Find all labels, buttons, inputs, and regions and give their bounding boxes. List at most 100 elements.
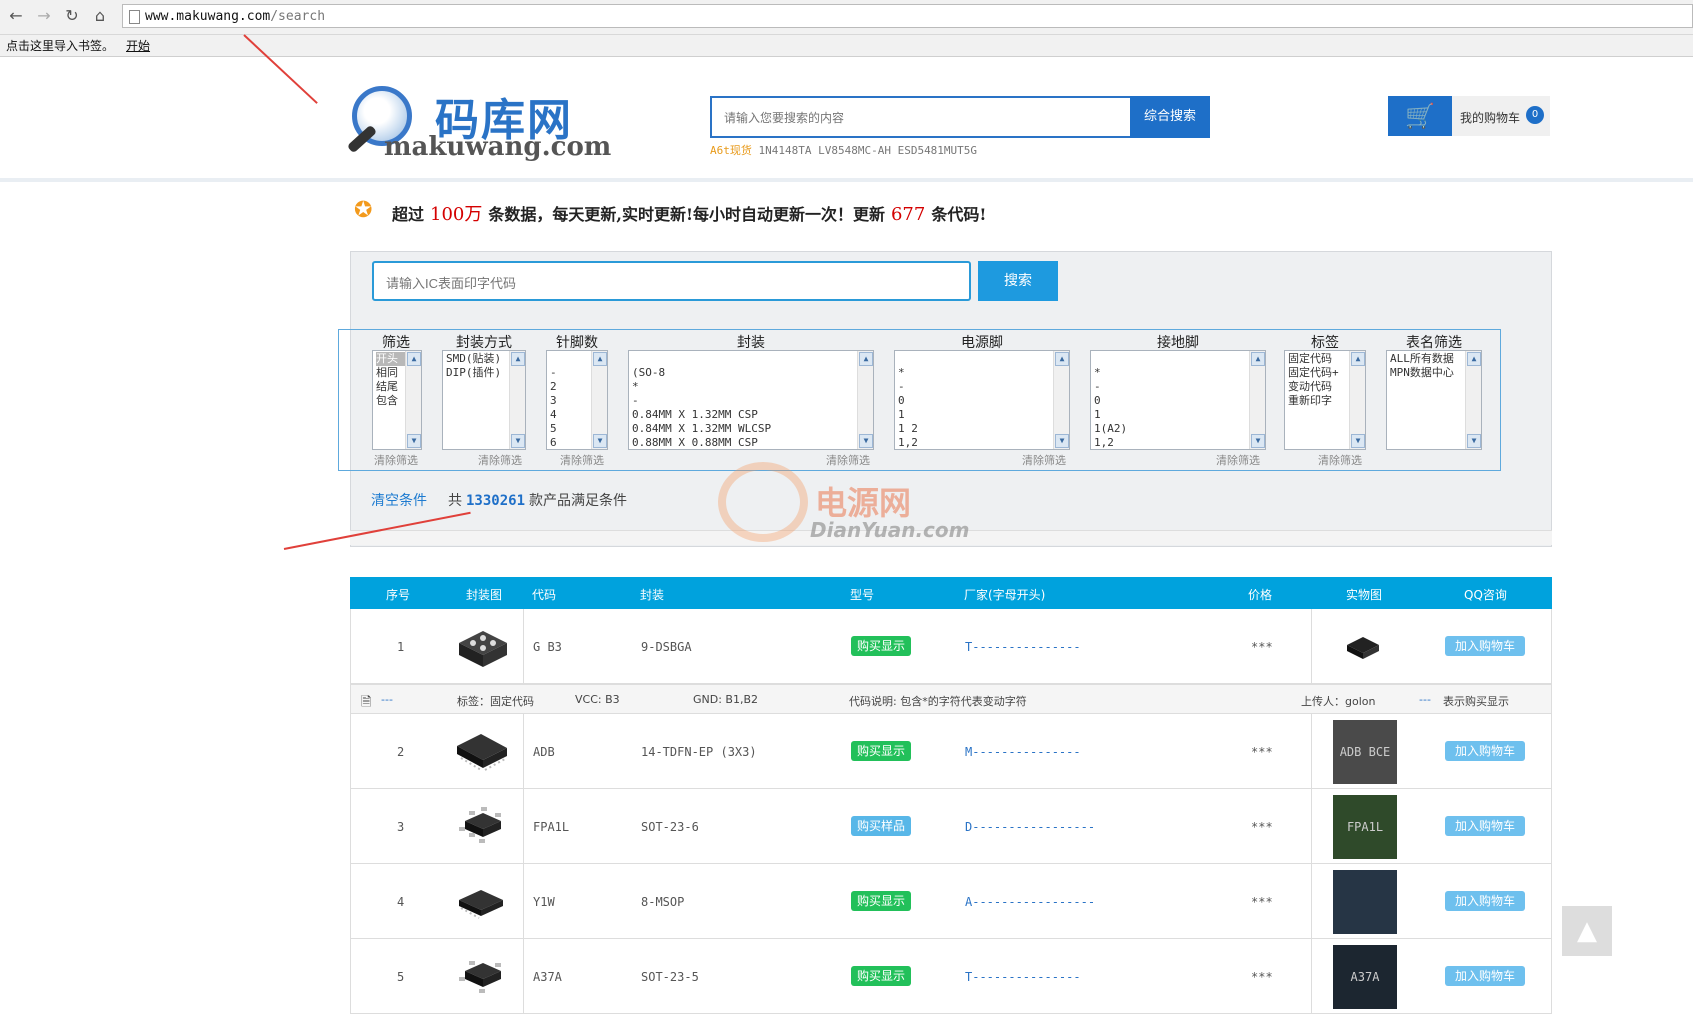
buy-sample-button[interactable]: 购买样品 <box>851 816 911 836</box>
ic-search-button[interactable]: 搜索 <box>978 261 1058 301</box>
scroll-down-icon[interactable]: ▼ <box>1467 434 1481 448</box>
filter-list-gnd[interactable]: * - 0 1 1(A2) 1,2 ▲ ▼ <box>1090 350 1266 450</box>
list-item[interactable]: (SO-8 <box>632 366 870 380</box>
scrollbar[interactable]: ▲ ▼ <box>857 351 873 449</box>
list-item[interactable]: 1 <box>1094 408 1262 422</box>
list-item[interactable]: 1,2 <box>898 436 1066 449</box>
cart-icon[interactable]: 🛒 <box>1388 96 1452 136</box>
row-manufacturer[interactable]: M--------------- <box>965 745 1081 759</box>
clear-filter-tag[interactable]: 清除筛选 <box>1318 452 1362 468</box>
list-item[interactable]: * <box>898 366 1066 380</box>
row-no: 2 <box>397 745 405 759</box>
list-item[interactable] <box>632 352 870 366</box>
filter-list-package[interactable]: (SO-8 * - 0.84MM X 1.32MM CSP 0.84MM X 1… <box>628 350 874 450</box>
clear-filter-package[interactable]: 清除筛选 <box>826 452 870 468</box>
list-item[interactable]: 1(A2) <box>1094 422 1262 436</box>
scroll-down-icon[interactable]: ▼ <box>593 434 607 448</box>
top-search-button[interactable]: 综合搜索 <box>1130 96 1210 138</box>
scrollbar[interactable]: ▲ ▼ <box>591 351 607 449</box>
scroll-up-icon[interactable]: ▲ <box>407 352 421 366</box>
list-item[interactable]: - <box>898 380 1066 394</box>
top-search-input[interactable] <box>722 106 1086 130</box>
address-bar[interactable]: www.makuwang.com/search <box>122 4 1693 28</box>
row-manufacturer[interactable]: A----------------- <box>965 895 1095 909</box>
list-item[interactable]: 0.84MM X 1.32MM CSP <box>632 408 870 422</box>
list-item[interactable]: 1,2 <box>1094 436 1262 449</box>
row-package: 9-DSBGA <box>641 640 692 654</box>
filter-list-vcc[interactable]: * - 0 1 1 2 1,2 ▲ ▼ <box>894 350 1070 450</box>
filter-list-tag[interactable]: 固定代码 固定代码+ 变动代码 重新印字 ▲ ▼ <box>1284 350 1366 450</box>
scroll-down-icon[interactable]: ▼ <box>407 434 421 448</box>
back-to-top-rocket-icon[interactable]: ▲ <box>1562 906 1612 956</box>
scroll-down-icon[interactable]: ▼ <box>1055 434 1069 448</box>
scroll-down-icon[interactable]: ▼ <box>511 434 525 448</box>
filter-list-mount[interactable]: SMD(贴装) DIP(插件) ▲ ▼ <box>442 350 526 450</box>
ic-search-input[interactable] <box>384 271 948 295</box>
scroll-up-icon[interactable]: ▲ <box>1351 352 1365 366</box>
clear-filter-vcc[interactable]: 清除筛选 <box>1022 452 1066 468</box>
buy-button[interactable]: 购买显示 <box>851 891 911 911</box>
row-price: *** <box>1251 970 1273 984</box>
scrollbar[interactable]: ▲ ▼ <box>1465 351 1481 449</box>
row-manufacturer[interactable]: D----------------- <box>965 820 1095 834</box>
list-item[interactable]: 0 <box>1094 394 1262 408</box>
scroll-down-icon[interactable]: ▼ <box>859 434 873 448</box>
bookmark-start-link[interactable]: 开始 <box>126 39 150 53</box>
add-to-cart-button[interactable]: 加入购物车 <box>1445 741 1525 761</box>
add-to-cart-button[interactable]: 加入购物车 <box>1445 966 1525 986</box>
add-to-cart-button[interactable]: 加入购物车 <box>1445 816 1525 836</box>
clear-filter-gnd[interactable]: 清除筛选 <box>1216 452 1260 468</box>
filter-list-table[interactable]: ALL所有数据 MPN数据中心 ▲ ▼ <box>1386 350 1482 450</box>
filter-list-mode[interactable]: 开头 相同 结尾 包含 ▲ ▼ <box>372 350 422 450</box>
chip-photo-icon <box>1347 637 1379 659</box>
info-dash: --- <box>381 693 393 706</box>
scrollbar[interactable]: ▲ ▼ <box>1053 351 1069 449</box>
list-item[interactable]: - <box>632 394 870 408</box>
list-item[interactable]: * <box>632 380 870 394</box>
filter-list-pins[interactable]: - 2 3 4 5 6 ▲ ▼ <box>546 350 608 450</box>
scrollbar[interactable]: ▲ ▼ <box>1249 351 1265 449</box>
list-item[interactable]: 0.84MM X 1.32MM WLCSP <box>632 422 870 436</box>
logo-domain[interactable]: makuwang.com <box>384 132 611 162</box>
clear-filter-pins[interactable]: 清除筛选 <box>560 452 604 468</box>
scroll-down-icon[interactable]: ▼ <box>1251 434 1265 448</box>
scroll-down-icon[interactable]: ▼ <box>1351 434 1365 448</box>
scroll-up-icon[interactable]: ▲ <box>593 352 607 366</box>
row-manufacturer[interactable]: T--------------- <box>965 640 1081 654</box>
add-to-cart-button[interactable]: 加入购物车 <box>1445 636 1525 656</box>
scroll-up-icon[interactable]: ▲ <box>511 352 525 366</box>
scroll-up-icon[interactable]: ▲ <box>1467 352 1481 366</box>
row-manufacturer[interactable]: T--------------- <box>965 970 1081 984</box>
clear-filter-mount[interactable]: 清除筛选 <box>478 452 522 468</box>
scroll-up-icon[interactable]: ▲ <box>1055 352 1069 366</box>
buy-button[interactable]: 购买显示 <box>851 966 911 986</box>
reload-icon[interactable]: ↻ <box>62 6 82 26</box>
clear-all-link[interactable]: 清空条件 <box>371 490 427 510</box>
list-item[interactable]: * <box>1094 366 1262 380</box>
scrollbar[interactable]: ▲ ▼ <box>405 351 421 449</box>
list-item[interactable]: 1 2 <box>898 422 1066 436</box>
scroll-up-icon[interactable]: ▲ <box>1251 352 1265 366</box>
home-icon[interactable]: ⌂ <box>90 6 110 26</box>
bookmark-hint[interactable]: 点击这里导入书签。 <box>6 39 114 53</box>
add-to-cart-button[interactable]: 加入购物车 <box>1445 891 1525 911</box>
list-item[interactable]: 0.88MM X 0.88MM CSP <box>632 436 870 449</box>
list-item[interactable] <box>898 352 1066 366</box>
scroll-up-icon[interactable]: ▲ <box>859 352 873 366</box>
list-item[interactable] <box>1094 352 1262 366</box>
row-detail-info: 🗎 --- 标签：固定代码 VCC: B3 GND: B1,B2 代码说明: 包… <box>350 684 1552 714</box>
buy-button[interactable]: 购买显示 <box>851 636 911 656</box>
sot23-5-package-icon <box>459 961 501 993</box>
clear-filter-mode[interactable]: 清除筛选 <box>374 452 418 468</box>
back-icon[interactable]: ← <box>6 6 26 26</box>
list-item[interactable]: - <box>1094 380 1262 394</box>
forward-icon[interactable]: → <box>34 6 54 26</box>
scrollbar[interactable]: ▲ ▼ <box>1349 351 1365 449</box>
buy-button[interactable]: 购买显示 <box>851 741 911 761</box>
list-item[interactable]: 0 <box>898 394 1066 408</box>
info-legend-dash: --- <box>1419 693 1431 706</box>
list-item[interactable]: 1 <box>898 408 1066 422</box>
hot-label[interactable]: A6t现货 <box>710 144 752 157</box>
scrollbar[interactable]: ▲ ▼ <box>509 351 525 449</box>
hot-items[interactable]: 1N4148TA LV8548MC-AH ESD5481MUT5G <box>759 144 978 157</box>
